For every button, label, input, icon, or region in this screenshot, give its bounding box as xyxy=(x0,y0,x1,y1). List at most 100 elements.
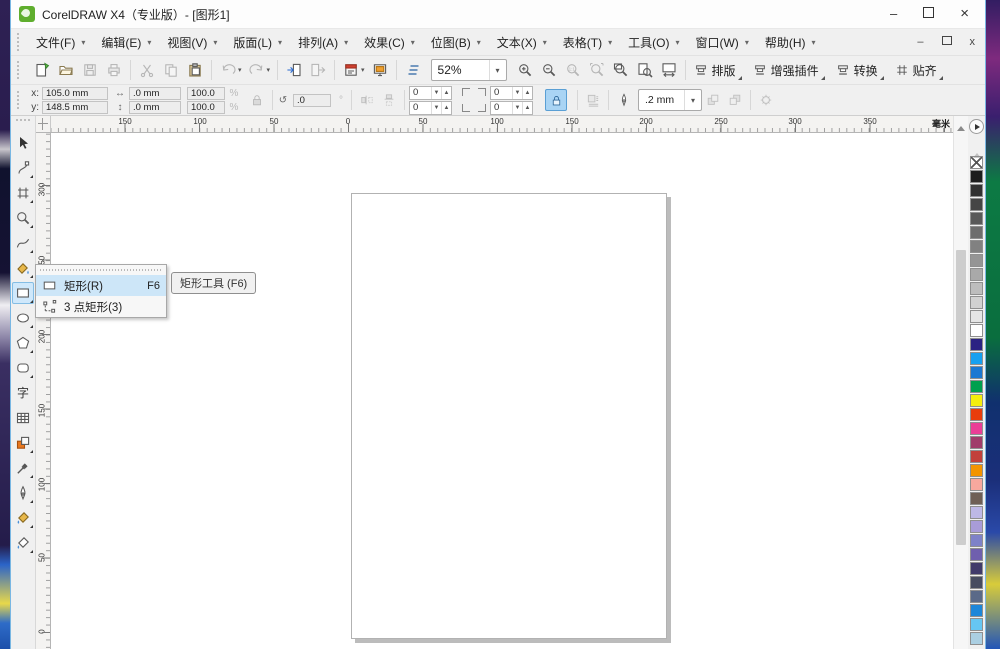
crop-tool[interactable] xyxy=(12,182,34,204)
interactive-blend-tool[interactable] xyxy=(12,432,34,454)
color-swatch[interactable] xyxy=(970,576,983,589)
stepper-down-icon[interactable]: ▼ xyxy=(512,101,522,114)
color-swatch[interactable] xyxy=(970,170,983,183)
color-swatch[interactable] xyxy=(970,254,983,267)
toolbar-drag-handle[interactable] xyxy=(17,61,26,79)
color-swatch[interactable] xyxy=(970,604,983,617)
drawing-area[interactable] xyxy=(51,133,953,649)
color-swatch[interactable] xyxy=(970,520,983,533)
toolbar-button-3[interactable]: 转换 xyxy=(832,60,885,81)
zoom-in-button[interactable] xyxy=(513,58,537,82)
menu-item-7[interactable]: 位图(B) ▾ xyxy=(425,31,487,54)
vertical-scrollbar[interactable] xyxy=(953,116,968,649)
color-swatch[interactable] xyxy=(970,450,983,463)
zoom-tool[interactable] xyxy=(12,207,34,229)
stepper-up-icon[interactable]: ▲ xyxy=(441,86,451,99)
propbar-drag-handle[interactable] xyxy=(17,91,26,109)
outline-width-select[interactable]: .2 mm ▾ xyxy=(638,89,702,111)
color-swatch[interactable] xyxy=(970,240,983,253)
toolbar-button-2[interactable]: 增强插件 xyxy=(749,60,826,81)
zoom-out-button[interactable] xyxy=(537,58,561,82)
menu-item-10[interactable]: 工具(O) ▾ xyxy=(622,31,685,54)
flyout-drag-handle[interactable] xyxy=(40,267,162,273)
stepper-down-icon[interactable]: ▼ xyxy=(431,86,441,99)
minimize-button[interactable]: – xyxy=(890,6,897,22)
color-swatch[interactable] xyxy=(970,562,983,575)
menu-item-8[interactable]: 文本(X) ▾ xyxy=(491,31,553,54)
menu-item-6[interactable]: 效果(C) ▾ xyxy=(358,31,421,54)
shape-tool[interactable] xyxy=(12,157,34,179)
document-page[interactable] xyxy=(351,193,667,639)
color-swatch[interactable] xyxy=(970,464,983,477)
ruler-origin[interactable] xyxy=(36,116,51,132)
object-height-field[interactable]: .0 mm xyxy=(129,100,181,114)
menu-item-1[interactable]: 文件(F) ▾ xyxy=(30,31,91,54)
corner-radius-br-stepper[interactable]: 0 ▼ ▲ xyxy=(490,100,533,115)
object-width-field[interactable]: .0 mm xyxy=(129,86,181,100)
corner-radius-tr-stepper[interactable]: 0 ▼ ▲ xyxy=(490,85,533,100)
document-restore-button[interactable] xyxy=(941,34,955,48)
scroll-up-button[interactable] xyxy=(954,122,968,134)
y-position-field[interactable]: 148.5 mm xyxy=(42,100,108,114)
interactive-fill-tool[interactable] xyxy=(12,532,34,554)
palette-scroll-up-button[interactable] xyxy=(972,136,981,158)
color-swatch[interactable] xyxy=(970,618,983,631)
color-swatch[interactable] xyxy=(970,534,983,547)
close-button[interactable]: × xyxy=(960,6,969,22)
menu-item-12[interactable]: 帮助(H) ▾ xyxy=(759,31,822,54)
zoom-level-select[interactable]: 52% ▾ xyxy=(430,59,507,81)
rectangle-tool[interactable] xyxy=(12,282,34,304)
toolbar-button-4[interactable]: 贴齐 xyxy=(891,60,944,81)
corner-radius-tl-stepper[interactable]: 0 ▼ ▲ xyxy=(409,85,452,100)
zoom-to-all-button[interactable] xyxy=(609,58,633,82)
menu-item-11[interactable]: 窗口(W) ▾ xyxy=(689,31,754,54)
color-swatch[interactable] xyxy=(970,590,983,603)
corner-radius-bl-stepper[interactable]: 0 ▼ ▲ xyxy=(409,100,452,115)
menubar-drag-handle[interactable] xyxy=(17,33,26,51)
stepper-down-icon[interactable]: ▼ xyxy=(431,101,441,114)
toolbar-button-1[interactable]: 排版 xyxy=(690,60,743,81)
eyedropper-tool[interactable] xyxy=(12,457,34,479)
color-swatch[interactable] xyxy=(970,422,983,435)
pick-tool[interactable] xyxy=(12,132,34,154)
menu-item-3[interactable]: 视图(V) ▾ xyxy=(161,31,223,54)
zoom-to-width-button[interactable] xyxy=(657,58,681,82)
color-swatch[interactable] xyxy=(970,632,983,645)
ellipse-tool[interactable] xyxy=(12,307,34,329)
color-swatch[interactable] xyxy=(970,408,983,421)
outline-pen-tool[interactable] xyxy=(12,482,34,504)
maximize-button[interactable] xyxy=(923,6,935,22)
color-swatch[interactable] xyxy=(970,366,983,379)
welcome-screen-button[interactable] xyxy=(368,58,392,82)
chevron-down-icon[interactable]: ▾ xyxy=(488,60,506,80)
scale-v-field[interactable]: 100.0 xyxy=(187,100,225,114)
color-swatch[interactable] xyxy=(970,436,983,449)
color-swatch[interactable] xyxy=(970,506,983,519)
stepper-down-icon[interactable]: ▼ xyxy=(512,86,522,99)
toolbox-drag-handle[interactable] xyxy=(16,119,30,126)
menu-item-9[interactable]: 表格(T) ▾ xyxy=(557,31,618,54)
rotation-angle-field[interactable]: .0 xyxy=(293,93,331,107)
color-swatch[interactable] xyxy=(970,184,983,197)
zoom-to-page-button[interactable] xyxy=(633,58,657,82)
chevron-down-icon[interactable]: ▾ xyxy=(684,90,701,110)
paste-button[interactable] xyxy=(183,58,207,82)
color-swatch[interactable] xyxy=(970,282,983,295)
menu-item-5[interactable]: 排列(A) ▾ xyxy=(292,31,354,54)
color-swatch[interactable] xyxy=(970,212,983,225)
round-corners-together-toggle[interactable] xyxy=(545,89,567,111)
color-swatch[interactable] xyxy=(970,380,983,393)
color-swatch[interactable] xyxy=(970,226,983,239)
color-swatch[interactable] xyxy=(970,310,983,323)
application-launcher-button[interactable] xyxy=(339,58,363,82)
color-swatch[interactable] xyxy=(970,492,983,505)
color-swatch[interactable] xyxy=(970,296,983,309)
new-document-button[interactable] xyxy=(30,58,54,82)
stepper-up-icon[interactable]: ▲ xyxy=(522,86,532,99)
color-swatch[interactable] xyxy=(970,394,983,407)
menu-item-2[interactable]: 编辑(E) ▾ xyxy=(95,31,157,54)
smart-fill-tool[interactable] xyxy=(12,257,34,279)
color-swatch[interactable] xyxy=(970,352,983,365)
horizontal-ruler[interactable]: 毫米 150 100 50 0 50 100 150 200 250 300 350 xyxy=(51,116,953,132)
color-swatch[interactable] xyxy=(970,338,983,351)
